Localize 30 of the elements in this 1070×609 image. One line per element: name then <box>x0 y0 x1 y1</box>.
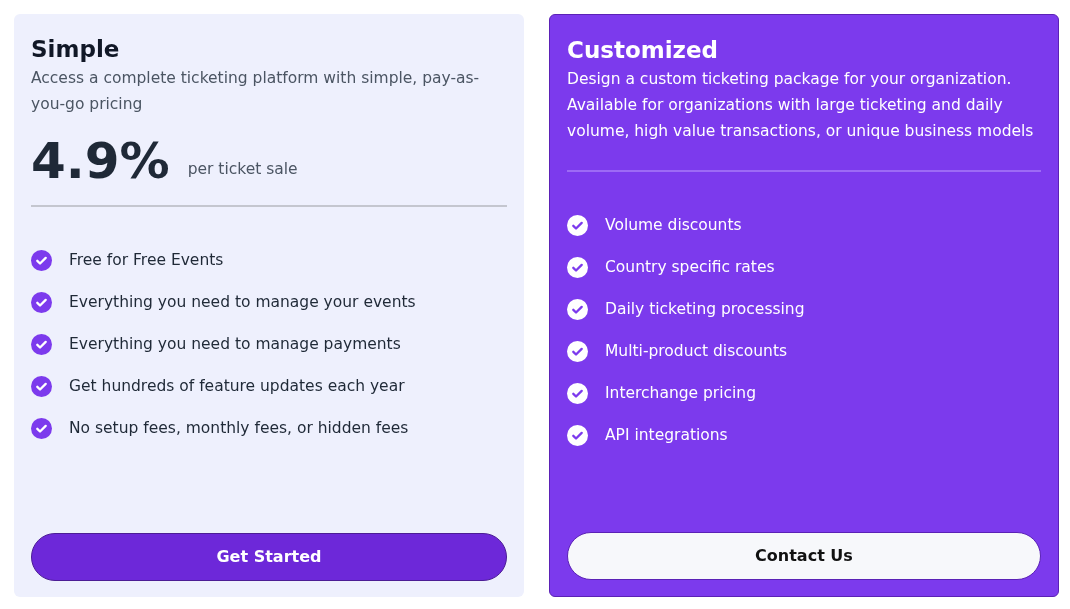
check-icon <box>567 383 588 404</box>
price-unit: per ticket sale <box>187 158 298 180</box>
check-icon <box>567 299 588 320</box>
cta-button[interactable]: Contact Us <box>567 532 1041 580</box>
cta-button[interactable]: Get Started <box>31 533 507 581</box>
feature-text: Free for Free Events <box>69 250 224 271</box>
feature-text: Volume discounts <box>605 215 742 236</box>
check-icon <box>31 418 52 439</box>
check-icon <box>567 341 588 362</box>
feature-text: Everything you need to manage payments <box>69 334 401 355</box>
check-icon <box>567 215 588 236</box>
check-icon <box>31 334 52 355</box>
feature-text: Multi-product discounts <box>605 341 788 362</box>
check-icon <box>31 250 52 271</box>
check-icon <box>31 376 52 397</box>
check-icon <box>567 425 588 446</box>
feature-text: Daily ticketing processing <box>605 299 805 320</box>
check-icon <box>567 257 588 278</box>
feature-text: Get hundreds of feature updates each year <box>69 376 405 397</box>
feature-text: Everything you need to manage your events <box>69 292 416 313</box>
feature-text: Interchange pricing <box>605 383 757 404</box>
price: 4.9% <box>31 131 170 191</box>
plan-title: Customized <box>567 36 720 65</box>
check-icon <box>31 292 52 313</box>
plan-description: Access a complete ticketing platform with simple, pay-as-you-go pricing <box>31 68 481 115</box>
plan-title: Simple <box>31 35 121 64</box>
feature-text: Country specific rates <box>605 257 775 278</box>
feature-text: API integrations <box>605 425 728 446</box>
plan-description: Design a custom ticketing package for your organization. Available for organizations with large ticketing and daily volume, high value transactions, or unique business models <box>567 69 1035 142</box>
feature-text: No setup fees, monthly fees, or hidden fees <box>69 418 409 439</box>
